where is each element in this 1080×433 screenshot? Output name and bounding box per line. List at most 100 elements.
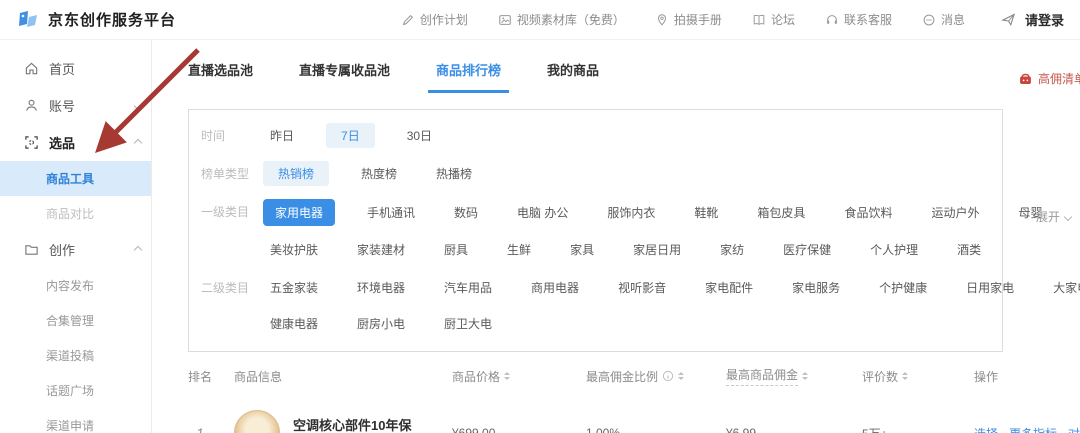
filter-option[interactable]: 热度榜 bbox=[354, 161, 404, 186]
filter-option[interactable]: 服饰内衣 bbox=[600, 200, 662, 225]
filter-option[interactable]: 厨卫大电 bbox=[437, 311, 499, 336]
header-nav-forum[interactable]: 论坛 bbox=[752, 11, 795, 28]
col-commission-ratio[interactable]: 最高佣金比例 bbox=[586, 368, 726, 385]
filter-option[interactable]: 家电配件 bbox=[698, 275, 760, 300]
folder-icon bbox=[24, 242, 39, 257]
sidebar-item[interactable]: 内容发布 bbox=[0, 268, 151, 303]
filter-row-time: 时间 昨日7日30日 bbox=[201, 123, 992, 148]
filter-option[interactable]: 电脑 办公 bbox=[510, 200, 575, 225]
sort-icon[interactable] bbox=[902, 372, 908, 380]
product-thumbnail[interactable] bbox=[234, 410, 280, 433]
col-reviews[interactable]: 评价数 bbox=[862, 368, 974, 385]
product-title[interactable]: 空调核心部件10年保 bbox=[293, 415, 411, 433]
filter-option[interactable]: 家具 bbox=[563, 237, 601, 262]
sidebar-item-label: 选品 bbox=[49, 133, 75, 152]
sidebar-item[interactable]: 渠道投稿 bbox=[0, 338, 151, 373]
logo[interactable]: 京东创作服务平台 bbox=[16, 9, 176, 31]
filter-option[interactable]: 五金家装 bbox=[263, 275, 325, 300]
filter-option[interactable]: 厨具 bbox=[437, 237, 475, 262]
filter-option[interactable]: 家居日用 bbox=[626, 237, 688, 262]
sidebar-item[interactable]: 话题广场 bbox=[0, 373, 151, 408]
header-nav-plan[interactable]: 创作计划 bbox=[401, 11, 468, 28]
sort-icon[interactable] bbox=[802, 372, 808, 380]
filter-option[interactable]: 日用家电 bbox=[959, 275, 1021, 300]
header-nav-messages[interactable]: 消息 bbox=[922, 11, 965, 28]
rank-number: 1 bbox=[188, 425, 234, 433]
filter-option[interactable]: 美妆护肤 bbox=[263, 237, 325, 262]
filter-option[interactable]: 运动户外 bbox=[924, 200, 986, 225]
header-nav-manual[interactable]: 拍摄手册 bbox=[655, 11, 722, 28]
filter-option[interactable]: 视听影音 bbox=[611, 275, 673, 300]
header-nav-material[interactable]: 视频素材库（免费） bbox=[498, 11, 625, 28]
ranking-table: 排名 商品信息 商品价格 最高佣金比例 最高商品佣金 评价数 bbox=[188, 366, 1063, 433]
filter-option[interactable]: 汽车用品 bbox=[437, 275, 499, 300]
more-metrics-action[interactable]: 更多指标 bbox=[1009, 425, 1057, 433]
sidebar-item-product-compare[interactable]: 商品对比 bbox=[0, 196, 151, 231]
filter-option[interactable]: 个人护理 bbox=[863, 237, 925, 262]
app-title: 京东创作服务平台 bbox=[48, 9, 176, 30]
filter-label: 一级类目 bbox=[201, 199, 263, 220]
filter-option[interactable]: 手机通讯 bbox=[360, 200, 422, 225]
col-max-commission[interactable]: 最高商品佣金 bbox=[726, 366, 862, 386]
sidebar-item-selection[interactable]: 选品 bbox=[0, 124, 151, 161]
product-price: ¥699.00 bbox=[452, 426, 586, 433]
filter-option[interactable]: 医疗保健 bbox=[776, 237, 838, 262]
main-content: 直播选品池直播专属收品池商品排行榜我的商品 高佣清单 时间 昨日7日30日 榜单… bbox=[152, 40, 1080, 433]
compare-action[interactable]: 对比 bbox=[1068, 425, 1080, 433]
tab[interactable]: 商品排行榜 bbox=[436, 60, 501, 93]
filter-option[interactable]: 数码 bbox=[447, 200, 485, 225]
filter-option[interactable]: 箱包皮具 bbox=[750, 200, 812, 225]
sidebar-item-home[interactable]: 首页 bbox=[0, 50, 151, 87]
filter-option[interactable]: 个护健康 bbox=[872, 275, 934, 300]
filter-option[interactable]: 环境电器 bbox=[350, 275, 412, 300]
filter-option[interactable]: 家装建材 bbox=[350, 237, 412, 262]
filter-option[interactable]: 家纺 bbox=[713, 237, 751, 262]
category1-options-line1: 家用电器手机通讯数码电脑 办公服饰内衣鞋靴箱包皮具食品饮料运动户外母婴 bbox=[263, 199, 1049, 226]
sidebar: 首页 账号 选品 商品工具 商品对比 创作 内容发布合集管理渠道投稿话题广场渠道… bbox=[0, 40, 152, 433]
filter-option[interactable]: 商用电器 bbox=[524, 275, 586, 300]
sidebar-item[interactable]: 渠道申请 bbox=[0, 408, 151, 433]
sidebar-item-creation[interactable]: 创作 bbox=[0, 231, 151, 268]
sidebar-item-product-tool[interactable]: 商品工具 bbox=[0, 161, 151, 196]
sort-icon[interactable] bbox=[504, 372, 510, 380]
filter-option[interactable]: 昨日 bbox=[263, 123, 301, 148]
select-action[interactable]: 选择 bbox=[974, 425, 998, 433]
product-info-cell[interactable]: 空调核心部件10年保 自营 bbox=[234, 410, 452, 433]
filter-option[interactable]: 30日 bbox=[400, 123, 439, 148]
filter-option[interactable]: 热销榜 bbox=[263, 161, 329, 186]
filter-option[interactable]: 健康电器 bbox=[263, 311, 325, 336]
table-row: 1 空调核心部件10年保 自营 ¥699.00 1.00% ¥6.99 5万+ … bbox=[188, 410, 1063, 433]
image-icon bbox=[498, 13, 512, 27]
high-commission-link[interactable]: 高佣清单 bbox=[1018, 70, 1080, 87]
tab[interactable]: 直播选品池 bbox=[188, 60, 253, 93]
header-nav-service[interactable]: 联系客服 bbox=[825, 11, 892, 28]
filter-option[interactable]: 大家电 bbox=[1046, 275, 1080, 300]
filter-option[interactable]: 酒类 bbox=[950, 237, 988, 262]
sidebar-item-label: 账号 bbox=[49, 96, 75, 115]
filter-option[interactable]: 厨房小电 bbox=[350, 311, 412, 336]
rank-type-options: 热销榜热度榜热播榜 bbox=[263, 161, 479, 186]
sort-icon[interactable] bbox=[678, 372, 684, 380]
sidebar-item-account[interactable]: 账号 bbox=[0, 87, 151, 124]
tab[interactable]: 我的商品 bbox=[547, 60, 599, 93]
login-area[interactable]: 请登录 bbox=[1001, 10, 1064, 29]
header-nav-label: 消息 bbox=[941, 11, 965, 28]
filter-option[interactable]: 热播榜 bbox=[429, 161, 479, 186]
filter-row-rank-type: 榜单类型 热销榜热度榜热播榜 bbox=[201, 161, 992, 186]
filter-option[interactable]: 鞋靴 bbox=[687, 200, 725, 225]
filter-option[interactable]: 生鲜 bbox=[500, 237, 538, 262]
filter-option[interactable]: 家电服务 bbox=[785, 275, 847, 300]
filter-option[interactable]: 家用电器 bbox=[263, 199, 335, 226]
filter-option[interactable]: 食品饮料 bbox=[837, 200, 899, 225]
tab[interactable]: 直播专属收品池 bbox=[299, 60, 390, 93]
col-actions: 操作 bbox=[974, 368, 1063, 385]
login-button[interactable]: 请登录 bbox=[1025, 10, 1064, 29]
expand-link[interactable]: 展开 bbox=[1036, 208, 1071, 225]
col-price[interactable]: 商品价格 bbox=[452, 368, 586, 385]
filter-option[interactable]: 7日 bbox=[326, 123, 375, 148]
app-header: 京东创作服务平台 创作计划 视频素材库（免费） 拍摄手册 论坛 联系客服 消息 … bbox=[0, 0, 1080, 40]
col-rank: 排名 bbox=[188, 368, 234, 385]
sidebar-item[interactable]: 合集管理 bbox=[0, 303, 151, 338]
red-pouch-icon bbox=[1018, 71, 1033, 86]
reviews-count: 5万+ bbox=[862, 425, 974, 433]
